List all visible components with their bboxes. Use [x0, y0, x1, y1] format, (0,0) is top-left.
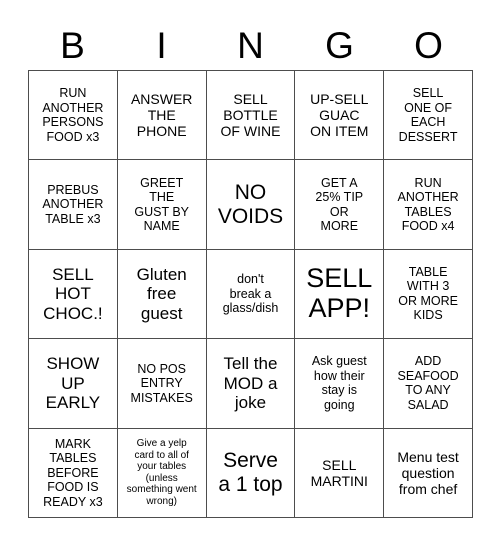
- bingo-cell-label: TABLE WITH 3 OR MORE KIDS: [398, 264, 458, 323]
- bingo-cell-label: NO POS ENTRY MISTAKES: [130, 361, 193, 405]
- bingo-cell-label: RUN ANOTHER TABLES FOOD x4: [397, 175, 459, 234]
- bingo-cell[interactable]: UP-SELL GUAC ON ITEM: [295, 71, 385, 161]
- bingo-cell-label: ANSWER THE PHONE: [130, 91, 193, 140]
- bingo-cell-label: SELL BOTTLE OF WINE: [220, 91, 281, 140]
- bingo-cell[interactable]: GREET THE GUST BY NAME: [117, 160, 207, 250]
- bingo-cell[interactable]: SELL ONE OF EACH DESSERT: [384, 71, 473, 161]
- bingo-cell[interactable]: Gluten free guest: [117, 249, 207, 340]
- bingo-cell[interactable]: Give a yelp card to all of your tables (…: [117, 428, 207, 518]
- bingo-cell[interactable]: TABLE WITH 3 OR MORE KIDS: [384, 249, 473, 340]
- bingo-cell-label: NO VOIDS: [217, 181, 284, 228]
- bingo-grid: RUN ANOTHER PERSONS FOOD x3 ANSWER THE P…: [28, 70, 473, 518]
- bingo-cell-label: Give a yelp card to all of your tables (…: [126, 438, 197, 507]
- bingo-cell[interactable]: RUN ANOTHER PERSONS FOOD x3: [29, 71, 118, 161]
- bingo-cell[interactable]: GET A 25% TIP OR MORE: [295, 160, 385, 250]
- header-letter-b: B: [60, 24, 85, 66]
- bingo-cell-label: Tell the MOD a joke: [223, 354, 278, 413]
- bingo-cell[interactable]: ADD SEAFOOD TO ANY SALAD: [384, 339, 473, 429]
- bingo-cell-label: Menu test question from chef: [397, 448, 459, 497]
- bingo-cell[interactable]: MARK TABLES BEFORE FOOD IS READY x3: [29, 428, 118, 518]
- bingo-cell[interactable]: NO POS ENTRY MISTAKES: [117, 339, 207, 429]
- bingo-cell[interactable]: don't break a glass/dish: [206, 249, 296, 340]
- bingo-cell-label: don't break a glass/dish: [222, 272, 279, 316]
- bingo-cell[interactable]: RUN ANOTHER TABLES FOOD x4: [384, 160, 473, 250]
- bingo-cell-label: GET A 25% TIP OR MORE: [315, 175, 364, 234]
- header-letter-o: O: [414, 24, 443, 66]
- bingo-cell[interactable]: PREBUS ANOTHER TABLE x3: [29, 160, 118, 250]
- bingo-cell[interactable]: SHOW UP EARLY: [29, 339, 118, 429]
- bingo-cell-label: UP-SELL GUAC ON ITEM: [310, 91, 369, 140]
- bingo-cell[interactable]: NO VOIDS: [206, 160, 296, 250]
- bingo-cell-label: SHOW UP EARLY: [45, 354, 101, 413]
- header-letter-i: I: [156, 24, 167, 66]
- bingo-cell[interactable]: SELL BOTTLE OF WINE: [206, 71, 296, 161]
- bingo-cell[interactable]: SELL HOT CHOC.!: [29, 249, 118, 340]
- bingo-cell-label: SELL HOT CHOC.!: [43, 264, 103, 323]
- bingo-card: B I N G O RUN ANOTHER PERSONS FOOD x3 AN…: [0, 0, 500, 544]
- bingo-cell-label: Serve a 1 top: [218, 449, 283, 496]
- bingo-cell-label: MARK TABLES BEFORE FOOD IS READY x3: [43, 436, 103, 509]
- bingo-cell[interactable]: Ask guest how their stay is going: [295, 339, 385, 429]
- bingo-cell[interactable]: SELL APP!: [295, 249, 385, 340]
- header-letter-n: N: [237, 24, 264, 66]
- bingo-cell[interactable]: Menu test question from chef: [384, 428, 473, 518]
- bingo-cell-label: RUN ANOTHER PERSONS FOOD x3: [42, 86, 104, 144]
- bingo-header: B I N G O: [28, 22, 473, 68]
- bingo-cell[interactable]: Tell the MOD a joke: [206, 339, 296, 429]
- bingo-cell[interactable]: Serve a 1 top: [206, 428, 296, 518]
- bingo-cell[interactable]: SELL MARTINI: [295, 428, 385, 518]
- bingo-cell[interactable]: ANSWER THE PHONE: [117, 71, 207, 161]
- bingo-cell-label: SELL MARTINI: [310, 456, 368, 489]
- bingo-cell-label: Ask guest how their stay is going: [311, 354, 367, 412]
- bingo-cell-label: ADD SEAFOOD TO ANY SALAD: [397, 354, 459, 412]
- bingo-cell-label: SELL ONE OF EACH DESSERT: [398, 86, 458, 144]
- bingo-cell-label: SELL APP!: [306, 263, 373, 323]
- header-letter-g: G: [325, 24, 354, 66]
- bingo-cell-label: PREBUS ANOTHER TABLE x3: [42, 182, 104, 226]
- bingo-cell-label: GREET THE GUST BY NAME: [134, 175, 190, 234]
- bingo-cell-label: Gluten free guest: [136, 264, 187, 323]
